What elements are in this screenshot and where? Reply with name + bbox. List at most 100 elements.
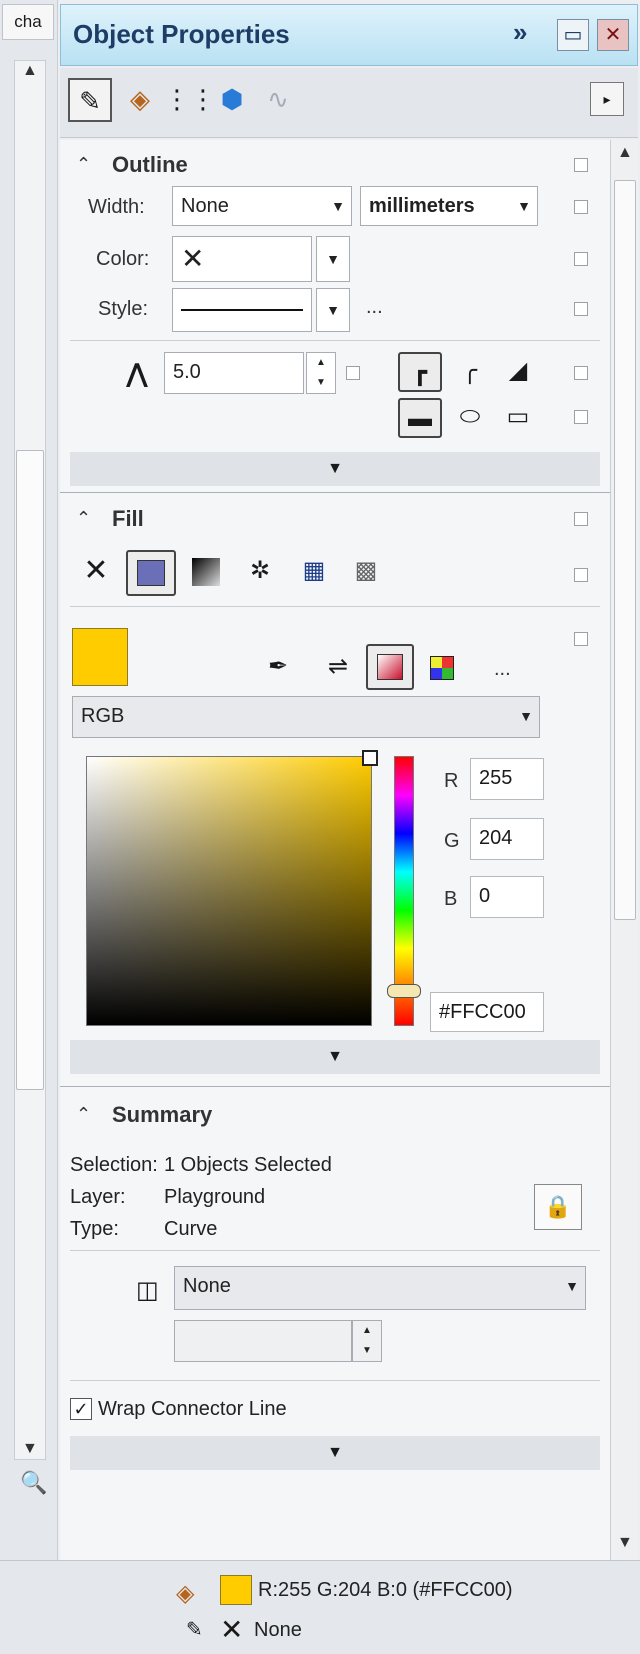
width-label: Width: xyxy=(88,196,145,218)
corner-lock-checkbox[interactable] xyxy=(574,366,588,380)
scroll-up-icon[interactable]: ▲ xyxy=(617,144,633,162)
miter-limit-input[interactable]: 5.0 xyxy=(164,352,304,394)
docker-menu-button[interactable]: ▸ xyxy=(590,82,624,116)
line-style-swatch[interactable] xyxy=(172,288,312,332)
divider xyxy=(70,340,600,341)
wrap-connector-checkbox[interactable]: ✓ xyxy=(70,1398,92,1420)
no-fill-icon[interactable]: ✕ xyxy=(74,552,118,592)
outline-section-header: Outline xyxy=(112,152,188,177)
width-lock-checkbox[interactable] xyxy=(574,200,588,214)
left-scrollbar-thumb[interactable] xyxy=(16,450,44,1090)
b-input[interactable]: 0 xyxy=(470,876,544,918)
cap-square-icon[interactable]: ▭ xyxy=(496,398,540,438)
eyedropper-icon[interactable]: ✒ xyxy=(256,648,300,688)
cap-round-icon[interactable]: ⬭ xyxy=(448,398,492,438)
object-style-value: None xyxy=(183,1275,231,1297)
chevron-down-icon: ▼ xyxy=(519,708,533,724)
scroll-down-icon[interactable]: ▼ xyxy=(617,1534,633,1552)
minimize-button[interactable]: ▭ xyxy=(557,19,589,51)
corner-miter-icon[interactable]: ┏ xyxy=(398,352,442,392)
corner-round-icon[interactable]: ╭ xyxy=(448,352,492,392)
color-lock-checkbox[interactable] xyxy=(574,252,588,266)
zoom-icon[interactable]: 🔍 xyxy=(20,1470,47,1496)
docker-side-tab[interactable]: cha xyxy=(2,4,54,40)
outline-pen-icon[interactable]: ✎ xyxy=(68,78,112,122)
units-dropdown[interactable]: millimeters ▼ xyxy=(360,186,538,226)
miter-spinner[interactable]: ▲ ▼ xyxy=(306,352,336,394)
vector-pattern-fill-icon[interactable]: ✲ xyxy=(238,552,282,592)
wrap-connector-label: Wrap Connector Line xyxy=(98,1398,287,1420)
object-style-dropdown[interactable]: None ▼ xyxy=(174,1266,586,1310)
color-model-dropdown[interactable]: RGB ▼ xyxy=(72,696,540,738)
summary-expand-button[interactable]: ▼ xyxy=(70,1436,600,1470)
status-outline-text: None xyxy=(254,1619,302,1641)
b-value: 0 xyxy=(479,885,491,907)
cap-lock-checkbox[interactable] xyxy=(574,410,588,424)
cap-butt-icon[interactable]: ▬ xyxy=(398,398,442,438)
lock-object-button[interactable]: 🔒 xyxy=(534,1184,582,1230)
bitmap-pattern-fill-icon[interactable]: ▦ xyxy=(292,552,336,592)
scroll-down-icon[interactable]: ▼ xyxy=(22,1440,38,1458)
divider xyxy=(70,606,600,607)
title-bar: Object Properties » ▭ ✕ xyxy=(60,4,638,66)
no-color-icon: ✕ xyxy=(181,243,205,274)
two-color-pattern-fill-icon[interactable]: ▩ xyxy=(344,552,388,592)
r-label: R xyxy=(444,770,459,792)
chevron-down-icon: ▼ xyxy=(517,198,531,214)
scroll-up-icon[interactable]: ▲ xyxy=(22,62,38,80)
collapse-summary-icon[interactable]: ⌃ xyxy=(76,1104,91,1125)
color-palettes-icon[interactable] xyxy=(420,648,464,688)
hex-value: #FFCC00 xyxy=(439,1001,526,1023)
disabled-spinner[interactable]: ▲ ▼ xyxy=(352,1320,382,1362)
panel-scrollbar-thumb[interactable] xyxy=(614,180,636,920)
expand-chevron-icon[interactable]: » xyxy=(513,17,527,48)
g-value: 204 xyxy=(479,827,513,849)
style-dropdown-button[interactable]: ▼ xyxy=(316,288,350,332)
color-dropdown-button[interactable]: ▼ xyxy=(316,236,350,282)
g-input[interactable]: 204 xyxy=(470,818,544,860)
color-viewer-icon[interactable] xyxy=(366,644,414,690)
width-value: None xyxy=(181,195,229,217)
panel-scrollbar[interactable]: ▲ ▼ xyxy=(610,140,638,1560)
fountain-fill-icon[interactable] xyxy=(184,552,228,592)
type-label: Type: xyxy=(70,1218,119,1240)
fill-type-lock-checkbox[interactable] xyxy=(574,568,588,582)
selection-label: Selection: xyxy=(70,1154,158,1176)
style-more-button[interactable]: ... xyxy=(366,296,383,319)
disabled-value-input[interactable] xyxy=(174,1320,352,1362)
properties-panel: ⌃ Outline Width: None ▼ millimeters ▼ Co… xyxy=(60,140,610,1560)
width-dropdown[interactable]: None ▼ xyxy=(172,186,352,226)
fill-color-swatch[interactable] xyxy=(72,628,128,686)
web-globe-icon[interactable]: ⬢ xyxy=(210,78,254,122)
status-bar: ◈ R:255 G:204 B:0 (#FFCC00) ✎ ✕ None xyxy=(0,1560,640,1654)
style-lock-checkbox[interactable] xyxy=(574,302,588,316)
outline-section-checkbox[interactable] xyxy=(574,158,588,172)
color-picker-handle[interactable] xyxy=(362,750,378,766)
hue-slider-handle[interactable] xyxy=(387,984,421,998)
outline-color-swatch[interactable]: ✕ xyxy=(172,236,312,282)
fill-color-lock-checkbox[interactable] xyxy=(574,632,588,646)
curve-icon[interactable]: ∿ xyxy=(256,78,300,122)
fill-bucket-icon[interactable]: ◈ xyxy=(118,78,162,122)
fill-expand-button[interactable]: ▼ xyxy=(70,1040,600,1074)
corner-bevel-icon[interactable]: ◢ xyxy=(496,352,540,392)
color-sliders-icon[interactable]: ⇌ xyxy=(316,648,360,688)
close-button[interactable]: ✕ xyxy=(597,19,629,51)
color-picker-square[interactable] xyxy=(86,756,372,1026)
status-fill-text: R:255 G:204 B:0 (#FFCC00) xyxy=(258,1579,513,1601)
no-outline-icon[interactable]: ✕ xyxy=(220,1613,243,1646)
collapse-outline-icon[interactable]: ⌃ xyxy=(76,154,91,175)
collapse-fill-icon[interactable]: ⌃ xyxy=(76,508,91,529)
r-input[interactable]: 255 xyxy=(470,758,544,800)
miter-lock-checkbox[interactable] xyxy=(346,366,360,380)
divider xyxy=(60,1086,610,1087)
properties-toolbar: ✎ ◈ ⋮⋮ ⬢ ∿ ▸ xyxy=(60,68,638,138)
uniform-fill-icon[interactable] xyxy=(126,550,176,596)
outline-expand-button[interactable]: ▼ xyxy=(70,452,600,486)
transparency-icon[interactable]: ⋮⋮ xyxy=(164,78,216,122)
status-fill-swatch[interactable] xyxy=(220,1575,252,1605)
fill-section-checkbox[interactable] xyxy=(574,512,588,526)
divider xyxy=(60,492,610,493)
hex-input[interactable]: #FFCC00 xyxy=(430,992,544,1032)
fill-more-button[interactable]: ... xyxy=(494,658,511,681)
